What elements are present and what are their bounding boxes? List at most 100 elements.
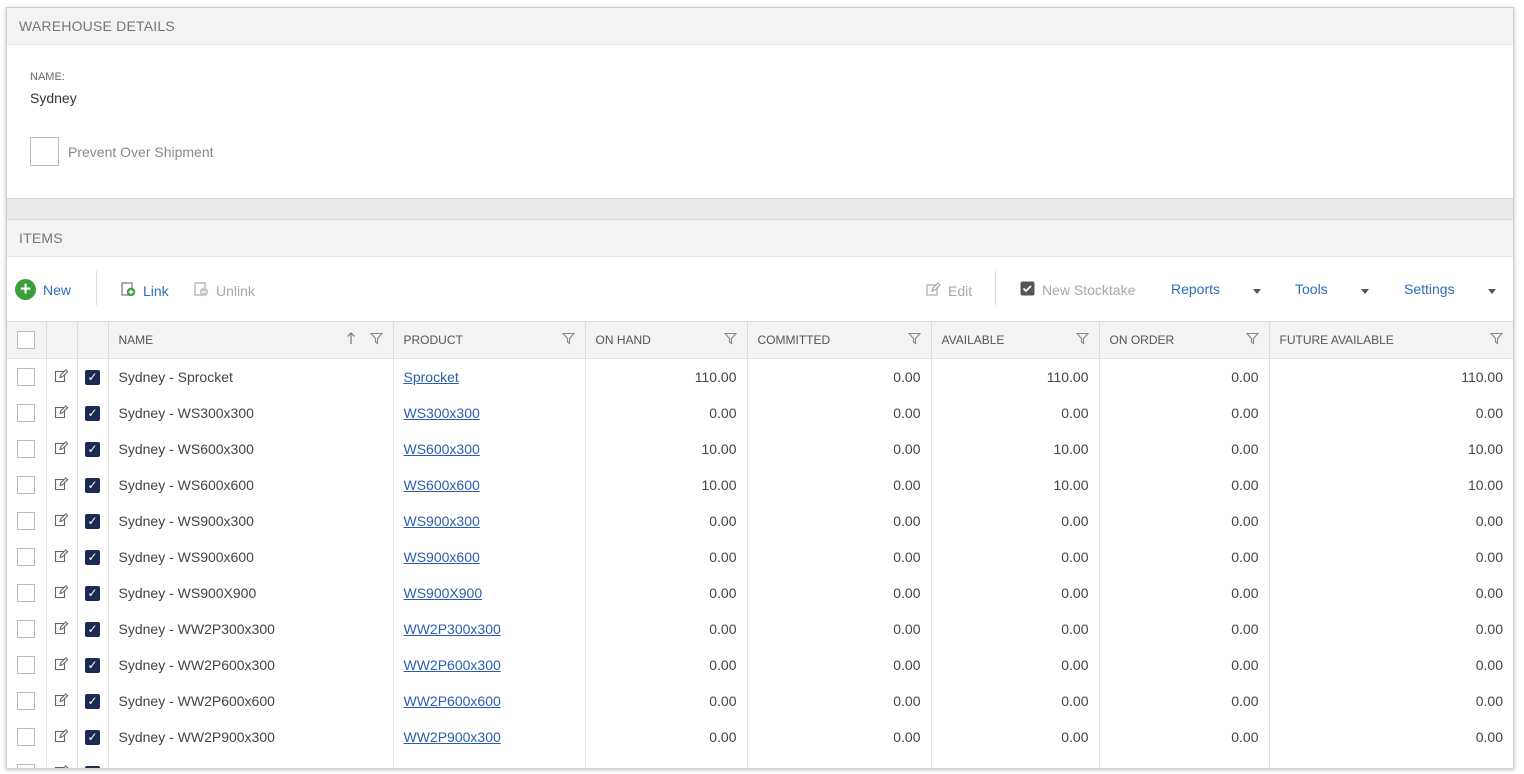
column-header-on-hand[interactable]: ON HAND [585, 321, 748, 359]
active-checkbox[interactable]: ✓ [85, 514, 100, 530]
edit-icon[interactable] [54, 728, 69, 746]
filter-icon[interactable] [561, 332, 575, 348]
filter-icon[interactable] [907, 332, 921, 348]
column-header-available[interactable]: AVAILABLE [931, 321, 1100, 359]
on-hand-value: 10.00 [585, 431, 748, 467]
product-link[interactable]: WW2P600x300 [404, 657, 501, 673]
on-hand-value: 0.00 [585, 719, 748, 755]
row-edit-cell [46, 431, 78, 467]
prevent-over-shipment-checkbox[interactable] [30, 137, 59, 166]
table-row[interactable]: ✓ Sydney - WS600x600 WS600x600 10.00 0.0… [7, 467, 1513, 503]
column-header-product[interactable]: PRODUCT [393, 321, 586, 359]
active-checkbox[interactable]: ✓ [85, 550, 100, 566]
chevron-down-icon[interactable] [1253, 289, 1261, 294]
row-select-checkbox[interactable] [17, 440, 36, 459]
edit-icon[interactable] [54, 656, 69, 674]
row-active-cell: ✓ [77, 539, 109, 575]
tools-menu[interactable]: Tools [1295, 281, 1328, 297]
active-checkbox[interactable]: ✓ [85, 766, 100, 768]
product-link[interactable]: WS900X900 [404, 585, 483, 601]
table-row[interactable]: ✓ Sydney - WW2P600x600 WW2P600x600 0.00 … [7, 683, 1513, 719]
row-select-checkbox[interactable] [17, 620, 36, 639]
filter-icon[interactable] [723, 332, 737, 348]
row-select-checkbox[interactable] [17, 512, 36, 531]
product-link[interactable]: WW2P900x300 [404, 729, 501, 745]
future-available-value: 110.00 [1461, 369, 1503, 385]
active-checkbox[interactable]: ✓ [85, 694, 100, 710]
table-row[interactable]: ✓ Sydney - WW2P900x300 WW2P900x300 0.00 … [7, 719, 1513, 755]
item-name: Sydney - WS900x300 [108, 503, 394, 539]
row-select-checkbox[interactable] [17, 476, 36, 495]
product-link[interactable]: WS300x300 [404, 405, 480, 421]
on-hand-value: 0.00 [585, 395, 748, 431]
column-header-committed[interactable]: COMMITTED [747, 321, 932, 359]
edit-icon[interactable] [54, 368, 69, 386]
product-link[interactable]: WS600x600 [404, 477, 480, 493]
row-select-checkbox[interactable] [17, 692, 36, 711]
table-row[interactable]: ✓ Sydney - Sprocket Sprocket 110.00 0.00… [7, 358, 1513, 395]
table-row[interactable]: ✓ Sydney - WW2P600x300 WW2P600x300 0.00 … [7, 647, 1513, 683]
filter-icon[interactable] [1245, 332, 1259, 348]
edit-icon[interactable] [54, 692, 69, 710]
column-header-future-available[interactable]: FUTURE AVAILABLE [1269, 321, 1513, 359]
unlink-button[interactable]: Unlink [193, 281, 255, 300]
column-header-on-order[interactable]: ON ORDER [1099, 321, 1270, 359]
row-active-cell: ✓ [77, 503, 109, 539]
product-link[interactable]: WW2P900x600 [404, 765, 501, 768]
chevron-down-icon[interactable] [1488, 289, 1496, 294]
product-link[interactable]: WS900x300 [404, 513, 480, 529]
filter-icon[interactable] [1075, 332, 1089, 348]
edit-icon[interactable] [54, 512, 69, 530]
edit-icon[interactable] [54, 440, 69, 458]
active-checkbox[interactable]: ✓ [85, 370, 100, 386]
filter-icon[interactable] [369, 332, 383, 348]
product-link[interactable]: WW2P300x300 [404, 621, 501, 637]
column-header-name[interactable]: NAME [108, 321, 394, 359]
edit-icon[interactable] [54, 584, 69, 602]
row-active-cell: ✓ [77, 755, 109, 768]
table-row[interactable]: ✓ Sydney - WS900x600 WS900x600 0.00 0.00… [7, 539, 1513, 575]
chevron-down-icon[interactable] [1361, 289, 1369, 294]
row-select-checkbox[interactable] [17, 548, 36, 567]
row-select-checkbox[interactable] [17, 404, 36, 423]
table-row[interactable]: ✓ Sydney - WS900X900 WS900X900 0.00 0.00… [7, 575, 1513, 611]
row-select-checkbox[interactable] [17, 368, 36, 387]
table-row[interactable]: ✓ Sydney - WS600x300 WS600x300 10.00 0.0… [7, 431, 1513, 467]
on-hand-value: 110.00 [585, 358, 748, 395]
settings-menu[interactable]: Settings [1404, 281, 1455, 297]
row-select-checkbox[interactable] [17, 728, 36, 747]
active-checkbox[interactable]: ✓ [85, 586, 100, 602]
active-checkbox[interactable]: ✓ [85, 658, 100, 674]
select-all-checkbox[interactable] [17, 331, 36, 349]
active-checkbox[interactable]: ✓ [85, 406, 100, 422]
active-checkbox[interactable]: ✓ [85, 730, 100, 746]
table-row[interactable]: ✓ Sydney - WS900x300 WS900x300 0.00 0.00… [7, 503, 1513, 539]
sort-ascending-icon[interactable] [346, 332, 356, 348]
toolbar-separator [96, 271, 97, 305]
edit-icon[interactable] [54, 476, 69, 494]
reports-menu[interactable]: Reports [1171, 281, 1220, 297]
table-row[interactable]: ✓ Sydney - WS300x300 WS300x300 0.00 0.00… [7, 395, 1513, 431]
new-stocktake-button[interactable]: New Stocktake [1020, 281, 1135, 299]
table-row[interactable]: ✓ Sydney - WW2P300x300 WW2P300x300 0.00 … [7, 611, 1513, 647]
product-link[interactable]: WS900x600 [404, 549, 480, 565]
active-checkbox[interactable]: ✓ [85, 478, 100, 494]
product-link[interactable]: WW2P600x600 [404, 693, 501, 709]
edit-icon[interactable] [54, 404, 69, 422]
table-row[interactable]: ✓ Sydney - WW2P900x600 WW2P900x600 0.00 … [7, 755, 1513, 768]
row-select-checkbox[interactable] [17, 764, 36, 768]
edit-icon[interactable] [54, 548, 69, 566]
product-link[interactable]: Sprocket [404, 369, 459, 385]
edit-button[interactable]: Edit [925, 281, 972, 300]
edit-icon[interactable] [54, 620, 69, 638]
new-button[interactable]: + New [15, 279, 71, 300]
product-link[interactable]: WS600x300 [404, 441, 480, 457]
filter-icon[interactable] [1489, 332, 1504, 348]
active-checkbox[interactable]: ✓ [85, 442, 100, 458]
row-select-checkbox[interactable] [17, 656, 36, 675]
link-button[interactable]: Link [120, 281, 169, 300]
row-select-checkbox[interactable] [17, 584, 36, 603]
edit-icon[interactable] [54, 764, 69, 768]
future-available-value: 10.00 [1467, 477, 1503, 493]
active-checkbox[interactable]: ✓ [85, 622, 100, 638]
